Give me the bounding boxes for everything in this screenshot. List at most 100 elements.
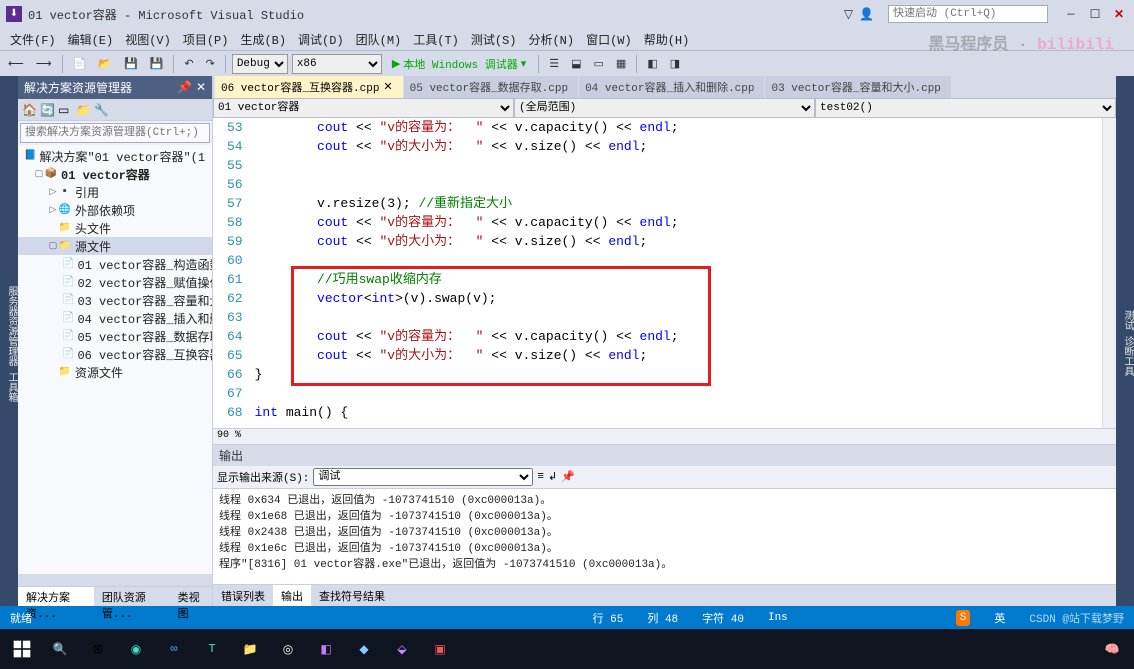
code-editor[interactable]: 53545556575859606162636465666768 cout <<… xyxy=(213,118,1116,428)
zoom-label[interactable]: 90 % xyxy=(213,428,1116,444)
quick-launch-input[interactable] xyxy=(888,5,1048,23)
nav-back-button[interactable]: ⟵ xyxy=(4,55,28,73)
file-tab[interactable]: 06 vector容器_互换容器.cpp ✕ xyxy=(215,76,403,98)
editor-scrollbar[interactable] xyxy=(1102,118,1116,428)
tree-node[interactable]: 📄01 vector容器_构造函数.c xyxy=(18,255,212,273)
tree-node[interactable]: ▢📦01 vector容器 xyxy=(18,165,212,183)
code-line[interactable] xyxy=(255,308,1102,327)
file-tab[interactable]: 04 vector容器_插入和删除.cpp xyxy=(579,76,764,98)
file-tab[interactable]: 03 vector容器_容量和大小.cpp xyxy=(765,76,950,98)
tree-node[interactable]: 📁头文件 xyxy=(18,219,212,237)
code-line[interactable]: int main() { xyxy=(255,403,1102,422)
start-button[interactable] xyxy=(6,633,38,665)
undo-button[interactable]: ↶ xyxy=(180,55,197,73)
menu-item[interactable]: 编辑(E) xyxy=(62,29,120,50)
tb-icon-6[interactable]: ◨ xyxy=(666,55,684,73)
tree-node[interactable]: 📁资源文件 xyxy=(18,363,212,381)
redo-button[interactable]: ↷ xyxy=(202,55,219,73)
taskbar-app-1[interactable]: ◉ xyxy=(120,633,152,665)
tree-node[interactable]: 📘解决方案"01 vector容器"(1 个项目) xyxy=(18,147,212,165)
file-tab[interactable]: 05 vector容器_数据存取.cpp xyxy=(404,76,578,98)
maximize-button[interactable]: ☐ xyxy=(1086,5,1104,23)
tree-node[interactable]: 📄04 vector容器_插入和删除 xyxy=(18,309,212,327)
properties-icon[interactable]: 🔧 xyxy=(94,103,108,117)
tree-node[interactable]: ▢📁源文件 xyxy=(18,237,212,255)
output-source-combo[interactable]: 调试 xyxy=(313,468,533,486)
menu-item[interactable]: 文件(F) xyxy=(4,29,62,50)
tree-node[interactable]: 📄02 vector容器_赋值操作.c xyxy=(18,273,212,291)
panel-tab[interactable]: 团队资源管... xyxy=(94,587,170,606)
home-icon[interactable]: 🏠 xyxy=(22,103,36,117)
code-line[interactable] xyxy=(255,175,1102,194)
taskbar-app-5[interactable]: ◧ xyxy=(310,633,342,665)
panel-pin-icon[interactable]: 📌 xyxy=(177,80,192,95)
menu-item[interactable]: 团队(M) xyxy=(350,29,408,50)
code-line[interactable]: cout << "v的容量为： " << v.capacity() << end… xyxy=(255,213,1102,232)
output-text[interactable]: 线程 0x634 已退出，返回值为 -1073741510 (0xc000013… xyxy=(213,489,1116,584)
refresh-icon[interactable]: 🔄 xyxy=(40,103,54,117)
code-line[interactable]: cout << "v的大小为： " << v.size() << endl; xyxy=(255,346,1102,365)
tb-icon-4[interactable]: ▦ xyxy=(612,55,630,73)
lang-indicator[interactable]: 英 xyxy=(994,610,1005,626)
open-file-button[interactable]: 📂 xyxy=(94,55,116,73)
menu-item[interactable]: 分析(N) xyxy=(522,29,580,50)
show-all-icon[interactable]: 📁 xyxy=(76,103,90,117)
code-line[interactable]: } xyxy=(255,365,1102,384)
collapse-icon[interactable]: ▭ xyxy=(58,103,72,117)
output-tab[interactable]: 输出 xyxy=(273,585,311,606)
tree-node[interactable]: ▷▪️引用 xyxy=(18,183,212,201)
code-line[interactable]: cout << "v的大小为： " << v.size() << endl; xyxy=(255,232,1102,251)
search-icon[interactable]: 🔍 xyxy=(44,633,76,665)
tree-node[interactable]: ▷🌐外部依赖项 xyxy=(18,201,212,219)
tree-node[interactable]: 📄06 vector容器_互换容器.c xyxy=(18,345,212,363)
menu-item[interactable]: 项目(P) xyxy=(177,29,235,50)
output-tab[interactable]: 错误列表 xyxy=(213,585,273,606)
tb-icon-3[interactable]: ▭ xyxy=(590,55,608,73)
nav-func-combo[interactable]: test02() xyxy=(815,98,1116,118)
share-icon[interactable]: ▽ xyxy=(844,7,853,22)
code-line[interactable] xyxy=(255,251,1102,270)
run-debug-button[interactable]: ▶ 本地 Windows 调试器 ▾ xyxy=(386,54,532,74)
tray-icon[interactable]: 🧠 xyxy=(1096,633,1128,665)
config-combo[interactable]: Debug xyxy=(232,54,288,74)
platform-combo[interactable]: x86 xyxy=(292,54,382,74)
menu-item[interactable]: 工具(T) xyxy=(407,29,465,50)
taskbar-vs[interactable]: ⬙ xyxy=(386,633,418,665)
panel-tab[interactable]: 解决方案资... xyxy=(18,587,94,606)
code-line[interactable]: cout << "v的容量为： " << v.capacity() << end… xyxy=(255,118,1102,137)
code-line[interactable] xyxy=(255,384,1102,403)
code-line[interactable]: vector<int>(v).swap(v); xyxy=(255,289,1102,308)
new-file-button[interactable]: 📄 xyxy=(69,55,91,73)
clear-output-icon[interactable]: ≡ xyxy=(537,471,544,483)
menu-item[interactable]: 窗口(W) xyxy=(580,29,638,50)
user-icon[interactable]: 👤 xyxy=(859,7,874,22)
menu-item[interactable]: 测试(S) xyxy=(465,29,523,50)
toggle-wrap-icon[interactable]: ↲ xyxy=(548,470,557,484)
close-button[interactable]: ✕ xyxy=(1110,5,1128,23)
output-pin-icon[interactable]: 📌 xyxy=(561,470,575,484)
menu-item[interactable]: 调试(D) xyxy=(292,29,350,50)
nav-scope-combo[interactable]: (全局范围) xyxy=(514,98,815,118)
panel-close-icon[interactable]: ✕ xyxy=(196,80,206,95)
code-line[interactable]: //巧用swap收缩内存 xyxy=(255,270,1102,289)
menu-item[interactable]: 生成(B) xyxy=(234,29,292,50)
nav-fwd-button[interactable]: ⟶ xyxy=(32,55,56,73)
tb-icon-5[interactable]: ◧ xyxy=(643,55,661,73)
code-line[interactable]: v.resize(3); //重新指定大小 xyxy=(255,194,1102,213)
tb-icon-1[interactable]: ☰ xyxy=(545,55,563,73)
tree-node[interactable]: 📄05 vector容器_数据存取.c xyxy=(18,327,212,345)
save-button[interactable]: 💾 xyxy=(120,55,142,73)
tree-node[interactable]: 📄03 vector容器_容量和大小 xyxy=(18,291,212,309)
menu-item[interactable]: 帮助(H) xyxy=(638,29,696,50)
solution-search-input[interactable] xyxy=(20,123,210,143)
taskbar-app-3[interactable]: T xyxy=(196,633,228,665)
ime-icon[interactable]: S xyxy=(956,610,971,626)
output-tab[interactable]: 查找符号结果 xyxy=(311,585,393,606)
nav-project-combo[interactable]: 01 vector容器 xyxy=(213,98,514,118)
taskbar-app-4[interactable]: ◎ xyxy=(272,633,304,665)
menu-item[interactable]: 视图(V) xyxy=(119,29,177,50)
taskbar-app-6[interactable]: ◆ xyxy=(348,633,380,665)
task-view-icon[interactable]: ⊞ xyxy=(82,633,114,665)
taskbar-app-2[interactable]: ∞ xyxy=(158,633,190,665)
left-rail[interactable]: 服务器资源管理器 工具箱 xyxy=(0,76,18,606)
